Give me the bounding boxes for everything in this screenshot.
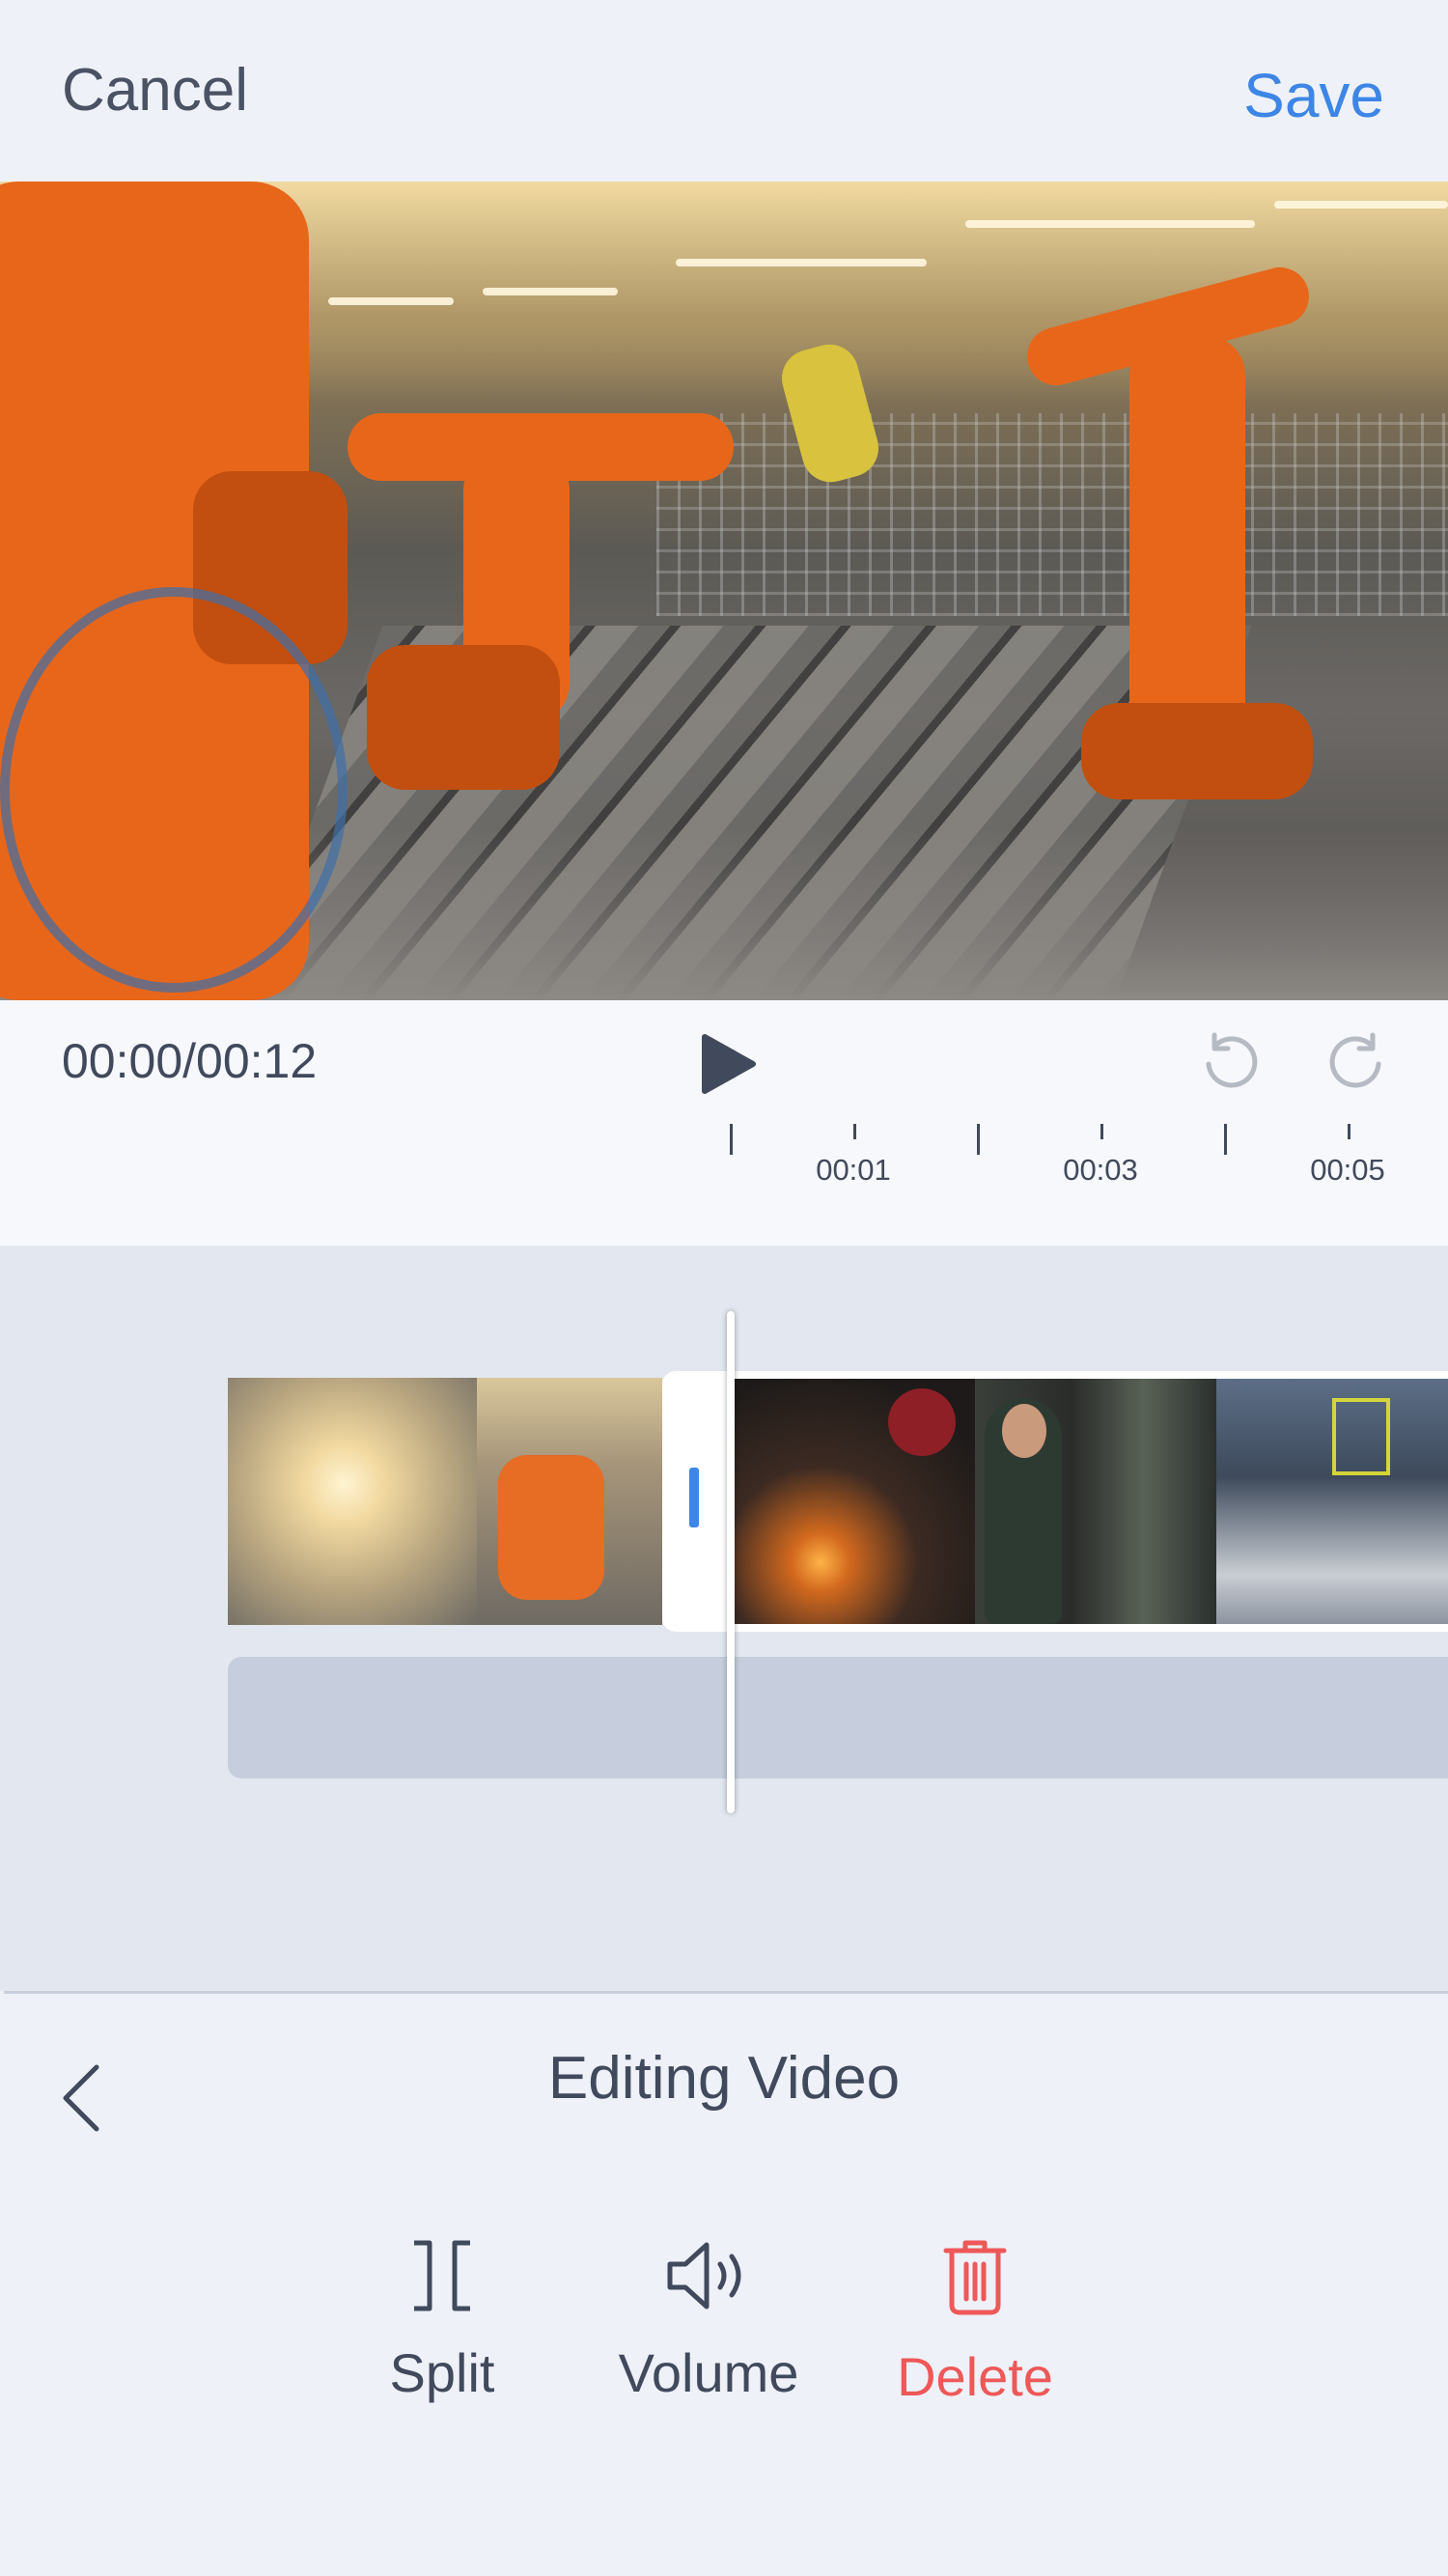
redo-icon[interactable]: [1324, 1029, 1386, 1091]
video-clip[interactable]: [228, 1378, 662, 1625]
robot-cable: [0, 587, 348, 993]
ruler-tick-major: [1224, 1124, 1227, 1155]
time-readout: 00:00/00:12: [62, 1034, 318, 1088]
safety-fence: [656, 413, 1448, 616]
robot-base-middle: [367, 645, 560, 790]
split-button[interactable]: Split: [336, 2239, 548, 2404]
ruler-tick-major: [977, 1124, 980, 1155]
robot-body-right: [1129, 336, 1245, 742]
clip-thumbnail: [477, 1378, 662, 1625]
ruler-label: 00:03: [1063, 1153, 1138, 1187]
clip-frames: [734, 1379, 1448, 1624]
trim-handle[interactable]: [689, 1468, 699, 1527]
ceiling-light: [328, 297, 454, 305]
ruler-tick-minor: [1348, 1124, 1351, 1139]
clip-thumbnail: [228, 1378, 477, 1625]
video-preview[interactable]: [0, 182, 1448, 1000]
panel-title: Editing Video: [547, 2045, 901, 2112]
ceiling-light: [965, 220, 1255, 228]
edit-panel: Editing Video Split Volume Delete: [0, 1994, 1448, 2576]
top-bar: Cancel Save: [0, 0, 1448, 182]
selected-video-clip[interactable]: [662, 1371, 1448, 1632]
ruler-tick-major: [730, 1124, 733, 1155]
trash-icon: [943, 2240, 1007, 2315]
save-button[interactable]: Save: [1243, 60, 1384, 131]
ruler-label: 00:01: [816, 1153, 891, 1187]
volume-icon: [667, 2242, 741, 2310]
undo-icon[interactable]: [1201, 1029, 1263, 1091]
ceiling-light: [676, 259, 927, 266]
volume-label: Volume: [618, 2342, 799, 2403]
play-icon[interactable]: [701, 1033, 759, 1095]
delete-label: Delete: [897, 2346, 1053, 2407]
ceiling-light: [483, 288, 618, 295]
split-icon: [414, 2240, 470, 2311]
cancel-button[interactable]: Cancel: [62, 56, 248, 125]
playhead[interactable]: [727, 1311, 735, 1813]
playback-controls: 00:00/00:12 00:01 00:03 00:05: [0, 1000, 1448, 1246]
split-label: Split: [389, 2342, 495, 2403]
clip-thumbnail: [1216, 1379, 1448, 1624]
clip-thumbnail: [734, 1379, 975, 1624]
ceiling-light: [1274, 201, 1448, 209]
audio-track[interactable]: [228, 1657, 1448, 1778]
timeline[interactable]: [0, 1246, 1448, 1991]
ruler-tick-minor: [1100, 1124, 1103, 1139]
volume-button[interactable]: Volume: [602, 2239, 815, 2404]
ruler-label: 00:05: [1310, 1153, 1385, 1187]
delete-button[interactable]: Delete: [869, 2239, 1081, 2408]
clip-thumbnail: [975, 1379, 1216, 1624]
ruler-tick-minor: [853, 1124, 856, 1139]
robot-base-right: [1081, 703, 1313, 799]
